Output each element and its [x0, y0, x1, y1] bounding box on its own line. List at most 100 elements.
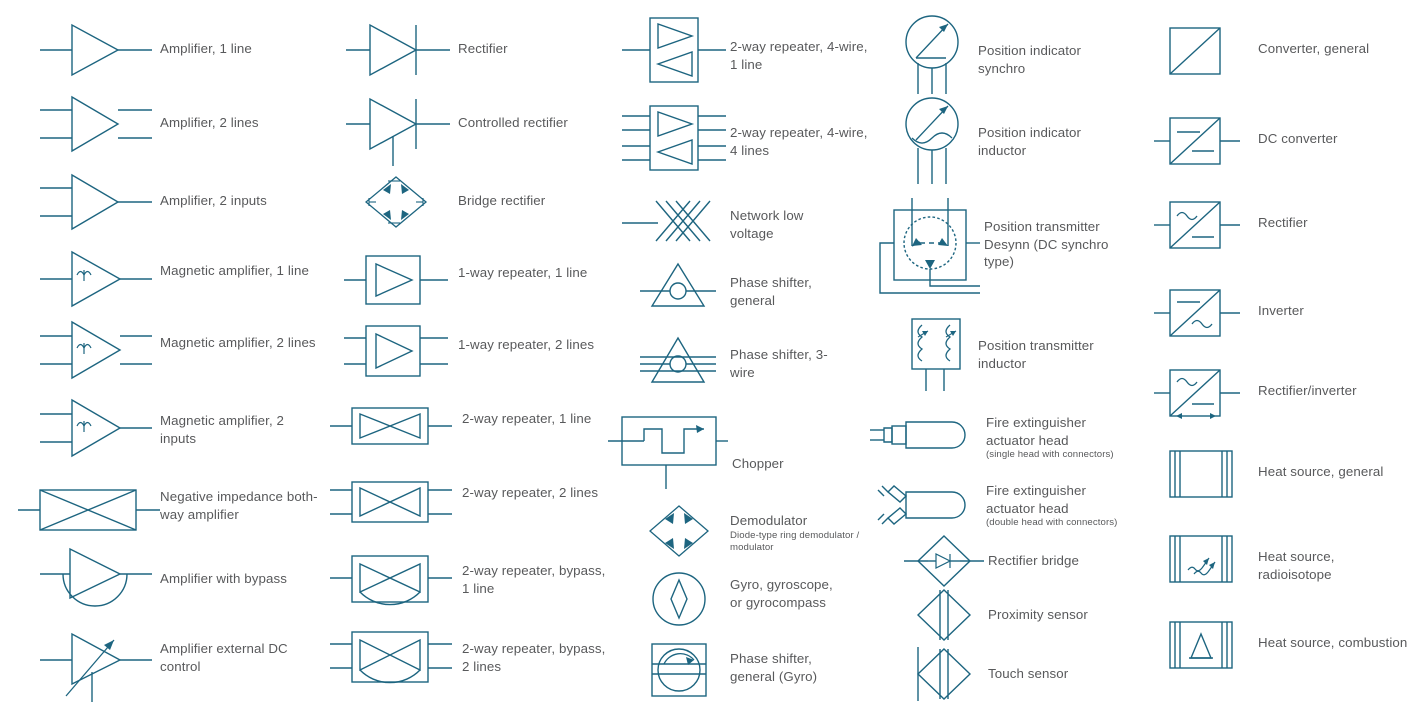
symbol-entry[interactable]: Phase shifter, general (Gyro)	[610, 638, 840, 702]
demodulator-icon	[610, 500, 730, 562]
symbol-entry[interactable]: Heat source, combustion	[1158, 616, 1412, 672]
fire-extinguisher-actuator-head-single-icon	[860, 410, 978, 460]
symbol-entry[interactable]: Touch sensor	[888, 645, 1118, 703]
symbol-entry[interactable]: Position indicator synchro	[888, 10, 1108, 100]
symbol-label: 1-way repeater, 1 line	[458, 265, 588, 280]
symbol-entry[interactable]: 2-way repeater, 1 line	[330, 398, 612, 454]
rectifier-bridge-icon	[888, 532, 988, 590]
phase-shifter-3-wire-icon	[610, 330, 730, 390]
negative-impedance-both-way-amplifier-icon	[18, 478, 164, 540]
symbol-entry[interactable]: Bridge rectifier	[338, 172, 608, 232]
phase-shifter-gyro-icon	[610, 638, 730, 702]
symbol-label-main: Fire extinguisher actuator head	[986, 415, 1086, 448]
symbol-label: DC converter	[1258, 131, 1338, 146]
proximity-sensor-icon	[888, 586, 988, 644]
symbol-entry[interactable]: Chopper	[600, 405, 842, 493]
symbol-label: 2-way repeater, 4-wire, 4 lines	[730, 125, 868, 158]
symbol-label: Magnetic amplifier, 1 line	[160, 263, 309, 278]
symbol-label: Rectifier/inverter	[1258, 383, 1357, 398]
position-transmitter-desynn-icon	[870, 198, 980, 306]
converter-general-icon	[1158, 22, 1258, 78]
symbol-entry[interactable]: 2-way repeater, bypass, 2 lines	[330, 624, 612, 690]
rectifier-box-icon	[1150, 196, 1258, 252]
symbol-entry[interactable]: 2-way repeater, 2 lines	[330, 470, 612, 530]
symbol-label: Amplifier, 1 line	[160, 41, 252, 56]
symbol-entry[interactable]: Rectifier/inverter	[1150, 364, 1408, 424]
two-way-repeater-4-wire-4-lines-icon	[610, 100, 730, 176]
symbol-entry[interactable]: 2-way repeater, 4-wire, 4 lines	[610, 100, 870, 176]
amplifier-external-dc-control-icon	[30, 626, 160, 706]
symbol-label: Bridge rectifier	[458, 193, 546, 208]
symbol-entry[interactable]: Position indicator inductor	[888, 92, 1108, 190]
symbol-entry[interactable]: 2-way repeater, 4-wire, 1 line	[610, 12, 870, 88]
rectifier-icon	[338, 20, 458, 80]
symbol-label: 2-way repeater, 2 lines	[462, 485, 599, 500]
symbol-entry[interactable]: 1-way repeater, 2 lines	[338, 320, 608, 382]
symbol-label: Magnetic amplifier, 2 lines	[160, 335, 316, 350]
symbol-entry[interactable]: Rectifier bridge	[888, 532, 1118, 590]
symbol-label: Touch sensor	[988, 666, 1069, 681]
amplifier-2-lines-icon	[30, 94, 160, 154]
symbol-label: Heat source, combustion	[1258, 635, 1408, 650]
symbol-entry[interactable]: Amplifier, 2 inputs	[30, 172, 320, 232]
symbol-label: Network low voltage	[730, 208, 804, 241]
symbol-entry[interactable]: Rectifier	[1150, 196, 1408, 252]
symbol-label: Phase shifter, general	[730, 275, 812, 308]
heat-source-general-icon	[1158, 445, 1258, 501]
symbol-label: Amplifier, 2 lines	[160, 115, 259, 130]
bridge-rectifier-icon	[338, 172, 458, 232]
symbol-entry[interactable]: Heat source, general	[1158, 445, 1408, 501]
symbol-sublabel: (single head with connectors)	[986, 449, 1114, 460]
symbol-entry[interactable]: Fire extinguisher actuator head (double …	[860, 478, 1126, 536]
symbol-entry[interactable]: Network low voltage	[610, 195, 840, 251]
symbol-label: 2-way repeater, 1 line	[462, 411, 592, 426]
symbol-entry[interactable]: Heat source, radioisotope	[1158, 530, 1408, 586]
symbol-entry[interactable]: Amplifier external DC control	[30, 626, 320, 706]
symbol-entry[interactable]: Magnetic amplifier, 1 line	[30, 248, 320, 310]
symbol-entry[interactable]: Magnetic amplifier, 2 lines	[30, 318, 320, 382]
symbol-entry[interactable]: 1-way repeater, 1 line	[338, 250, 608, 310]
symbol-entry[interactable]: Inverter	[1150, 284, 1408, 340]
phase-shifter-general-icon	[610, 258, 730, 314]
magnetic-amplifier-2-lines-icon	[30, 318, 160, 382]
column-4-indicators-sensors: Position indicator synchro Position indi…	[870, 0, 1140, 724]
symbol-entry[interactable]: Converter, general	[1158, 22, 1408, 78]
two-way-repeater-bypass-1-line-icon	[330, 548, 458, 610]
symbol-label: Fire extinguisher actuator head (double …	[986, 480, 1126, 529]
symbol-label: Amplifier, 2 inputs	[160, 193, 267, 208]
amplifier-1-line-icon	[30, 20, 160, 80]
heat-source-radioisotope-icon	[1158, 530, 1258, 586]
symbol-entry[interactable]: Demodulator Diode-type ring demodulator …	[610, 500, 870, 562]
two-way-repeater-1-line-icon	[330, 398, 458, 454]
symbol-entry[interactable]: Position transmitter inductor	[888, 315, 1108, 395]
symbol-entry[interactable]: 2-way repeater, bypass, 1 line	[330, 548, 612, 610]
symbol-entry[interactable]: Negative impedance both-way amplifier	[18, 478, 320, 540]
symbol-entry[interactable]: Phase shifter, 3-wire	[610, 330, 840, 390]
symbol-entry[interactable]: Amplifier, 2 lines	[30, 94, 320, 154]
one-way-repeater-1-line-icon	[338, 250, 458, 310]
symbol-entry[interactable]: Magnetic amplifier, 2 inputs	[30, 396, 320, 460]
symbol-label: Rectifier	[458, 41, 508, 56]
symbol-entry[interactable]: Amplifier with bypass	[30, 546, 320, 618]
symbol-label: Rectifier	[1258, 215, 1308, 230]
touch-sensor-icon	[888, 645, 988, 703]
position-indicator-synchro-icon	[888, 10, 978, 100]
column-5-converters-heat-sources: Converter, general DC converter Rectifie…	[1140, 0, 1412, 724]
symbol-entry[interactable]: Fire extinguisher actuator head (single …	[860, 410, 1126, 461]
position-transmitter-inductor-icon	[888, 315, 978, 395]
symbol-entry[interactable]: Proximity sensor	[888, 586, 1118, 644]
symbol-entry[interactable]: Controlled rectifier	[338, 94, 608, 170]
symbol-entry[interactable]: Gyro, gyroscope, or gyrocompass	[610, 568, 840, 630]
symbol-entry[interactable]: DC converter	[1150, 112, 1408, 168]
column-1-amplifiers: Amplifier, 1 line Amplifier, 2 lines Amp…	[0, 0, 330, 724]
gyro-icon	[610, 568, 730, 630]
two-way-repeater-bypass-2-lines-icon	[330, 624, 458, 690]
symbol-entry[interactable]: Amplifier, 1 line	[30, 20, 320, 80]
symbol-label-main: Demodulator	[730, 513, 808, 528]
symbol-entry[interactable]: Phase shifter, general	[610, 258, 840, 314]
symbol-entry[interactable]: Position transmitter Desynn (DC synchro …	[870, 198, 1124, 306]
symbol-entry[interactable]: Rectifier	[338, 20, 608, 80]
symbol-label: Position transmitter inductor	[978, 338, 1094, 371]
controlled-rectifier-icon	[338, 94, 458, 170]
column-2-rectifiers-repeaters: Rectifier Controlled rectifier Bridge re…	[330, 0, 605, 724]
